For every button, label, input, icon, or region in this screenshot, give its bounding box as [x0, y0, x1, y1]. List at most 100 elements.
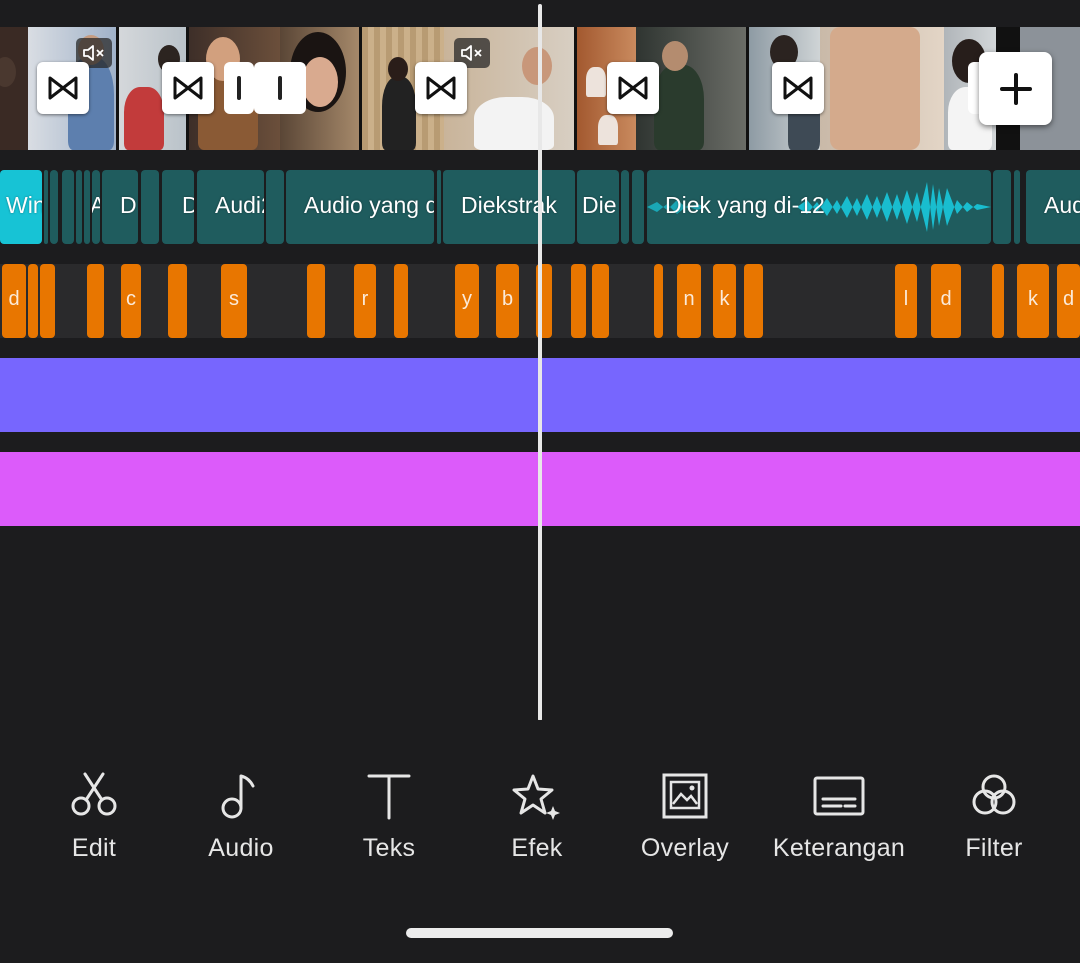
- audio-clip[interactable]: [141, 170, 159, 244]
- text-clip[interactable]: [744, 264, 763, 338]
- text-clip[interactable]: d: [931, 264, 961, 338]
- audio-clip[interactable]: Audio yang d: [286, 170, 434, 244]
- transition-button[interactable]: [415, 62, 467, 114]
- audio-clip[interactable]: [632, 170, 644, 244]
- text-clip[interactable]: [307, 264, 325, 338]
- transition-button[interactable]: [772, 62, 824, 114]
- tool-teks-label: Teks: [362, 834, 416, 862]
- audio-clip[interactable]: Au: [92, 170, 100, 244]
- text-clip[interactable]: [992, 264, 1004, 338]
- clip-divider: [359, 27, 362, 150]
- transition-button[interactable]: [607, 62, 659, 114]
- text-clip[interactable]: [394, 264, 408, 338]
- bowtie-transition-icon: [783, 76, 813, 100]
- clip-trim-handle[interactable]: [254, 62, 306, 114]
- text-clip[interactable]: l: [895, 264, 917, 338]
- text-clip[interactable]: y: [455, 264, 479, 338]
- text-clip[interactable]: k: [713, 264, 736, 338]
- captions-icon: [813, 770, 865, 822]
- audio-clip[interactable]: [1014, 170, 1020, 244]
- text-clip[interactable]: k: [1017, 264, 1049, 338]
- text-clip[interactable]: [654, 264, 663, 338]
- audio-clip[interactable]: [993, 170, 1011, 244]
- text-clip-label: d: [1062, 288, 1075, 310]
- text-clip[interactable]: d: [2, 264, 26, 338]
- text-clip-label: c: [126, 288, 136, 310]
- text-clip-label: r: [361, 288, 369, 310]
- text-clip[interactable]: [28, 264, 38, 338]
- transition-button[interactable]: [37, 62, 89, 114]
- audio-clip[interactable]: [266, 170, 284, 244]
- music-note-icon: [215, 770, 267, 822]
- transition-button[interactable]: [162, 62, 214, 114]
- text-t-icon: [363, 770, 415, 822]
- text-clip[interactable]: b: [496, 264, 519, 338]
- text-clip[interactable]: r: [354, 264, 376, 338]
- clip-divider: [746, 27, 749, 150]
- audio-clip-label: D: [182, 192, 194, 218]
- audio-clip[interactable]: [621, 170, 629, 244]
- audio-clip-label: Diekstrak: [461, 192, 557, 218]
- tool-efek-label: Efek: [511, 834, 563, 862]
- clip-divider: [574, 27, 577, 150]
- audio-clip-label: Audi2-: [215, 192, 264, 218]
- text-clip-label: k: [1028, 288, 1038, 310]
- tool-keterangan[interactable]: Keterangan: [764, 760, 914, 870]
- text-clip-label: b: [501, 288, 514, 310]
- text-clip[interactable]: [571, 264, 586, 338]
- tool-overlay[interactable]: Overlay: [610, 760, 760, 870]
- audio-clip[interactable]: Win: [0, 170, 42, 244]
- video-thumbnail: [0, 27, 28, 150]
- video-thumbnail: [820, 27, 944, 150]
- home-indicator[interactable]: [406, 928, 673, 938]
- text-clip[interactable]: [168, 264, 187, 338]
- audio-clip[interactable]: [62, 170, 74, 244]
- tool-audio-label: Audio: [208, 834, 274, 862]
- text-clip-label: d: [940, 288, 952, 310]
- tool-teks[interactable]: Teks: [314, 760, 464, 870]
- text-clip-label: s: [229, 288, 239, 310]
- image-overlay-icon: [659, 770, 711, 822]
- audio-clip[interactable]: [84, 170, 90, 244]
- audio-clip-label: Die: [582, 192, 617, 218]
- bowtie-transition-icon: [48, 76, 78, 100]
- tool-overlay-label: Overlay: [640, 834, 730, 862]
- text-clip[interactable]: d: [1057, 264, 1080, 338]
- audio-clip[interactable]: [437, 170, 441, 244]
- bowtie-transition-icon: [618, 76, 648, 100]
- audio-clip[interactable]: [50, 170, 58, 244]
- audio-clip[interactable]: Diek yang di-12: [647, 170, 991, 244]
- tool-filter[interactable]: Filter: [919, 760, 1069, 870]
- audio-clip[interactable]: Aud: [1026, 170, 1080, 244]
- timeline[interactable]: Win Au D D Audi2- Audio yang d Diekstrak…: [0, 0, 1080, 720]
- bowtie-transition-icon: [173, 76, 203, 100]
- playhead[interactable]: [538, 4, 542, 720]
- audio-clip[interactable]: Diekstrak: [443, 170, 575, 244]
- star-sparkle-icon: [511, 770, 563, 822]
- audio-clip[interactable]: D: [102, 170, 138, 244]
- audio-clip-label: D: [120, 192, 137, 218]
- add-clip-button[interactable]: [979, 52, 1052, 125]
- tool-edit[interactable]: Edit: [19, 760, 169, 870]
- tool-audio[interactable]: Audio: [166, 760, 316, 870]
- bottom-toolbar: Edit Audio Teks Efek Overlay Keterangan: [0, 760, 1080, 870]
- text-clip-label: d: [8, 288, 20, 310]
- tool-edit-label: Edit: [71, 834, 117, 862]
- text-clip[interactable]: s: [221, 264, 247, 338]
- text-clip[interactable]: [87, 264, 104, 338]
- text-clip[interactable]: n: [677, 264, 701, 338]
- filter-circles-icon: [968, 770, 1020, 822]
- text-clip[interactable]: [40, 264, 55, 338]
- clip-trim-handle[interactable]: [224, 62, 254, 114]
- audio-clip[interactable]: Die: [577, 170, 619, 244]
- audio-clip-label: Win: [6, 192, 42, 218]
- audio-clip[interactable]: [44, 170, 48, 244]
- text-clip-label: l: [903, 288, 909, 310]
- audio-clip[interactable]: Audi2-: [197, 170, 264, 244]
- tool-efek[interactable]: Efek: [462, 760, 612, 870]
- audio-clip[interactable]: D: [162, 170, 194, 244]
- audio-clip[interactable]: [76, 170, 82, 244]
- text-clip[interactable]: c: [121, 264, 141, 338]
- tool-keterangan-label: Keterangan: [772, 834, 906, 862]
- text-clip[interactable]: [592, 264, 609, 338]
